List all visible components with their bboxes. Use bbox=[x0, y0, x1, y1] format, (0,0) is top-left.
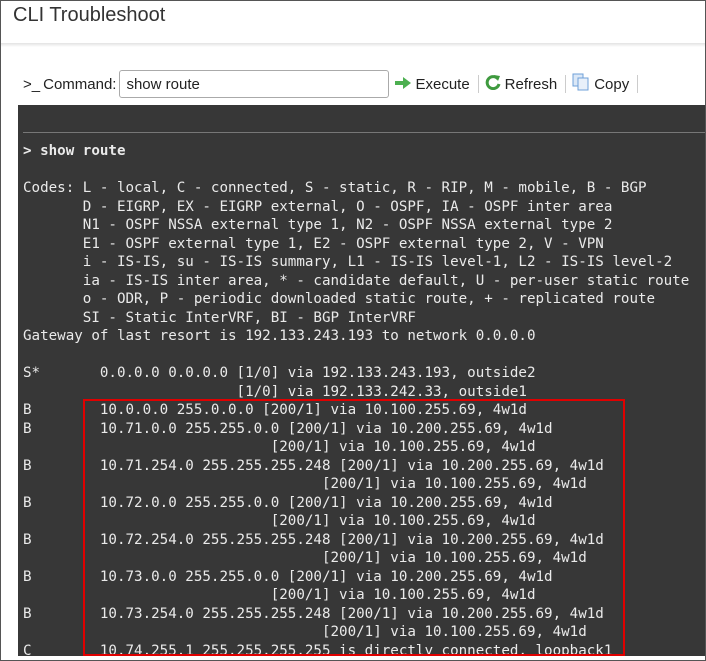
arrow-right-icon bbox=[395, 76, 412, 93]
terminal-line: E1 - OSPF external type 1, E2 - OSPF ext… bbox=[23, 235, 604, 252]
terminal-line: [200/1] via 10.100.255.69, 4w1d bbox=[23, 624, 587, 640]
terminal-prompt-icon: >_ bbox=[23, 75, 41, 93]
toolbar-separator bbox=[637, 75, 639, 93]
terminal-line: B 10.73.254.0 255.255.255.248 [200/1] vi… bbox=[23, 605, 604, 622]
terminal-line: B 10.73.0.0 255.255.0.0 [200/1] via 10.2… bbox=[23, 568, 553, 585]
terminal-line: SI - Static InterVRF, BI - BGP InterVRF bbox=[23, 309, 416, 326]
executed-command: > show route bbox=[23, 143, 126, 159]
command-label: Command: bbox=[43, 75, 117, 93]
terminal-divider bbox=[23, 132, 705, 133]
toolbar-separator bbox=[565, 75, 567, 93]
terminal-line: B 10.0.0.0 255.0.0.0 [200/1] via 10.100.… bbox=[23, 402, 527, 418]
terminal-line: B 10.72.0.0 255.255.0.0 [200/1] via 10.2… bbox=[23, 494, 553, 511]
execute-button[interactable]: Execute bbox=[395, 75, 470, 93]
terminal-line: [200/1] via 10.100.255.69, 4w1d bbox=[23, 587, 536, 603]
copy-button[interactable]: Copy bbox=[572, 73, 629, 95]
terminal-line: [200/1] via 10.100.255.69, 4w1d bbox=[23, 439, 536, 455]
terminal-text: > show route Codes: L - local, C - conne… bbox=[23, 142, 689, 656]
terminal-line: B 10.71.254.0 255.255.255.248 [200/1] vi… bbox=[23, 457, 604, 474]
refresh-icon bbox=[485, 74, 501, 94]
copy-icon bbox=[572, 73, 590, 95]
terminal-line: [200/1] via 10.100.255.69, 4w1d bbox=[23, 476, 587, 492]
command-toolbar: >_ Command: Execute Refresh Copy bbox=[23, 68, 639, 100]
toolbar-separator bbox=[477, 75, 479, 93]
terminal-line: B 10.72.254.0 255.255.255.248 [200/1] vi… bbox=[23, 531, 604, 548]
refresh-label: Refresh bbox=[504, 75, 558, 93]
refresh-button[interactable]: Refresh bbox=[485, 74, 558, 94]
terminal-line: Codes: L - local, C - connected, S - sta… bbox=[23, 180, 647, 196]
page-title: CLI Troubleshoot bbox=[13, 4, 166, 26]
terminal-line: [200/1] via 10.100.255.69, 4w1d bbox=[23, 513, 536, 529]
execute-label: Execute bbox=[415, 75, 470, 93]
terminal-line: ia - IS-IS inter area, * - candidate def… bbox=[23, 272, 690, 289]
copy-label: Copy bbox=[594, 75, 630, 93]
terminal-line: S* 0.0.0.0 0.0.0.0 [1/0] via 192.133.243… bbox=[23, 365, 536, 381]
terminal-line: D - EIGRP, EX - EIGRP external, O - OSPF… bbox=[23, 198, 613, 215]
terminal-line: [1/0] via 192.133.242.33, outside1 bbox=[23, 383, 527, 400]
command-input[interactable] bbox=[119, 70, 390, 98]
terminal-output: > show route Codes: L - local, C - conne… bbox=[18, 105, 705, 656]
header-divider bbox=[1, 43, 705, 47]
terminal-line: o - ODR, P - periodic downloaded static … bbox=[23, 291, 656, 307]
terminal-line: B 10.71.0.0 255.255.0.0 [200/1] via 10.2… bbox=[23, 420, 553, 437]
terminal-line: Gateway of last resort is 192.133.243.19… bbox=[23, 328, 536, 344]
terminal-line: N1 - OSPF NSSA external type 1, N2 - OSP… bbox=[23, 217, 613, 233]
terminal-line: [200/1] via 10.100.255.69, 4w1d bbox=[23, 550, 587, 566]
terminal-line: C 10.74.255.1 255.255.255.255 is directl… bbox=[23, 642, 613, 657]
terminal-line: i - IS-IS, su - IS-IS summary, L1 - IS-I… bbox=[23, 254, 673, 270]
